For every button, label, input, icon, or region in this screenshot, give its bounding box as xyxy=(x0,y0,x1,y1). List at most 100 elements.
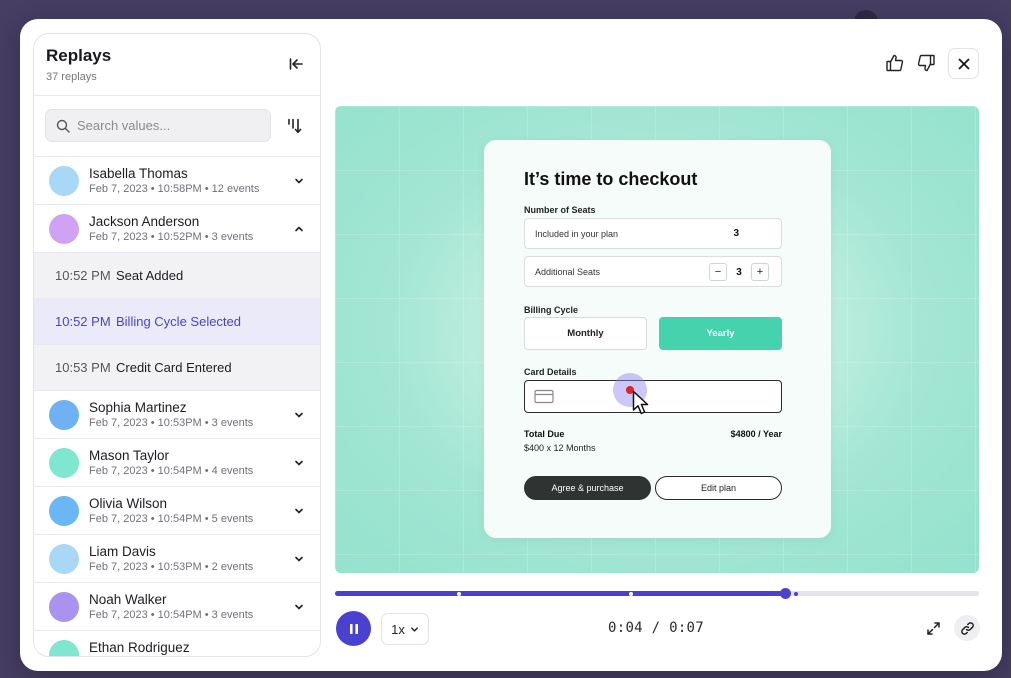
yearly-option[interactable]: Yearly xyxy=(659,317,782,350)
included-seats-value: 3 xyxy=(733,228,739,239)
increment-button[interactable]: + xyxy=(751,263,769,281)
replay-user-name: Sophia Martinez xyxy=(89,400,187,415)
replay-row-olivia-wilson[interactable]: Olivia Wilson Feb 7, 2023 • 10:54PM • 5 … xyxy=(34,487,320,535)
replay-row-jackson-anderson[interactable]: Jackson Anderson Feb 7, 2023 • 10:52PM •… xyxy=(34,205,320,253)
replay-row-noah-walker[interactable]: Noah Walker Feb 7, 2023 • 10:54PM • 3 ev… xyxy=(34,583,320,631)
seat-stepper: − 3 + xyxy=(709,263,769,281)
additional-seats-value: 3 xyxy=(736,266,742,278)
expand-toggle[interactable] xyxy=(292,408,306,422)
billing-cycle-label: Billing Cycle xyxy=(524,305,579,315)
collapse-sidebar-button[interactable] xyxy=(286,54,306,74)
collapse-left-icon xyxy=(289,58,303,70)
chevron-up-icon xyxy=(295,226,303,232)
event-row-seat-added[interactable]: 10:52 PM Seat Added xyxy=(34,253,320,299)
replay-meta: Feb 7, 2023 • 10:54PM • 5 events xyxy=(89,513,254,525)
chevron-down-icon xyxy=(295,508,303,514)
replay-user-name: Noah Walker xyxy=(89,592,167,607)
thumbs-up-button[interactable] xyxy=(881,49,909,77)
replay-meta: Feb 7, 2023 • 10:52PM • 3 events xyxy=(89,231,254,243)
replay-meta: Feb 7, 2023 • 10:53PM • 2 events xyxy=(89,561,254,573)
timeline-handle[interactable] xyxy=(780,588,792,599)
expand-toggle[interactable] xyxy=(292,456,306,470)
replay-meta: Feb 7, 2023 • 10:58PM • 12 events xyxy=(89,183,260,195)
event-label: Credit Card Entered xyxy=(116,360,232,375)
fullscreen-button[interactable] xyxy=(920,615,946,641)
decrement-button[interactable]: − xyxy=(709,263,727,281)
replay-row-sophia-martinez[interactable]: Sophia Martinez Feb 7, 2023 • 10:53PM • … xyxy=(34,391,320,439)
playback-speed-select[interactable]: 1x xyxy=(381,613,429,645)
avatar xyxy=(49,592,79,622)
expand-toggle[interactable] xyxy=(292,600,306,614)
search-box xyxy=(45,109,271,142)
replay-modal: Replays 37 replays Search values... Isab… xyxy=(20,19,1002,671)
event-time: 10:52 PM xyxy=(55,268,111,283)
avatar xyxy=(49,496,79,526)
replay-user-name: Liam Davis xyxy=(89,544,156,559)
replay-count: 37 replays xyxy=(46,71,97,83)
event-label: Billing Cycle Selected xyxy=(116,314,242,329)
event-time: 10:52 PM xyxy=(55,314,111,329)
event-row-billing-cycle-selected[interactable]: 10:52 PM Billing Cycle Selected xyxy=(34,299,320,345)
monthly-option[interactable]: Monthly xyxy=(524,317,647,350)
timeline-progress xyxy=(335,591,786,596)
avatar xyxy=(49,166,79,196)
agree-purchase-button[interactable]: Agree & purchase xyxy=(524,476,651,500)
replay-row-isabella-thomas[interactable]: Isabella Thomas Feb 7, 2023 • 10:58PM • … xyxy=(34,157,320,205)
link-icon xyxy=(960,621,974,635)
close-icon xyxy=(958,58,969,69)
sort-icon xyxy=(288,118,302,133)
chevron-down-icon xyxy=(295,556,303,562)
thumbs-up-icon xyxy=(886,54,904,72)
pause-icon xyxy=(349,623,358,634)
additional-seats-field: Additional Seats − 3 + xyxy=(524,256,782,287)
replay-preview: It’s time to checkout Number of Seats In… xyxy=(335,106,979,573)
replay-row-ethan-rodriguez[interactable]: Ethan Rodriguez xyxy=(34,631,320,656)
avatar xyxy=(49,400,79,430)
replay-list: Isabella Thomas Feb 7, 2023 • 10:58PM • … xyxy=(34,157,320,656)
search-icon xyxy=(56,119,70,133)
credit-card-icon xyxy=(534,389,554,404)
collapse-toggle[interactable] xyxy=(292,222,306,236)
replay-row-mason-taylor[interactable]: Mason Taylor Feb 7, 2023 • 10:54PM • 4 e… xyxy=(34,439,320,487)
sort-button[interactable] xyxy=(284,116,306,136)
thumbs-down-button[interactable] xyxy=(912,49,940,77)
chevron-down-icon xyxy=(410,626,418,632)
copy-link-button[interactable] xyxy=(954,615,980,641)
replay-user-name: Ethan Rodriguez xyxy=(89,640,190,655)
search-row xyxy=(34,96,320,157)
avatar xyxy=(49,544,79,574)
included-seats-field: Included in your plan 3 xyxy=(524,218,782,249)
chevron-down-icon xyxy=(295,178,303,184)
pause-button[interactable] xyxy=(336,611,371,646)
card-details-label: Card Details xyxy=(524,367,577,377)
replay-row-liam-davis[interactable]: Liam Davis Feb 7, 2023 • 10:53PM • 2 eve… xyxy=(34,535,320,583)
replay-timeline[interactable] xyxy=(335,588,979,600)
chevron-down-icon xyxy=(295,604,303,610)
search-input[interactable] xyxy=(77,118,257,133)
avatar xyxy=(49,640,79,656)
expand-toggle[interactable] xyxy=(292,504,306,518)
expand-toggle[interactable] xyxy=(292,552,306,566)
replays-sidebar: Replays 37 replays Search values... Isab… xyxy=(33,33,321,657)
event-row-credit-card-entered[interactable]: 10:53 PM Credit Card Entered xyxy=(34,345,320,391)
replay-meta: Feb 7, 2023 • 10:54PM • 4 events xyxy=(89,465,254,477)
edit-plan-button[interactable]: Edit plan xyxy=(655,476,782,500)
sidebar-title: Replays xyxy=(46,46,112,65)
thumbs-down-icon xyxy=(917,54,935,72)
avatar xyxy=(49,448,79,478)
event-time: 10:53 PM xyxy=(55,360,111,375)
replay-user-name: Mason Taylor xyxy=(89,448,170,463)
playback-speed-value: 1x xyxy=(391,621,405,637)
playback-time: 0:04 / 0:07 xyxy=(608,620,705,636)
total-due-label: Total Due xyxy=(524,429,565,439)
included-seats-label: Included in your plan xyxy=(535,229,619,239)
mouse-cursor-icon xyxy=(632,390,649,415)
close-button[interactable] xyxy=(948,48,979,79)
chevron-down-icon xyxy=(295,460,303,466)
replay-meta: Feb 7, 2023 • 10:53PM • 3 events xyxy=(89,417,254,429)
replay-user-name: Isabella Thomas xyxy=(89,166,188,181)
checkout-card: It’s time to checkout Number of Seats In… xyxy=(484,140,831,538)
event-label: Seat Added xyxy=(116,268,184,283)
expand-toggle[interactable] xyxy=(292,174,306,188)
avatar xyxy=(49,214,79,244)
